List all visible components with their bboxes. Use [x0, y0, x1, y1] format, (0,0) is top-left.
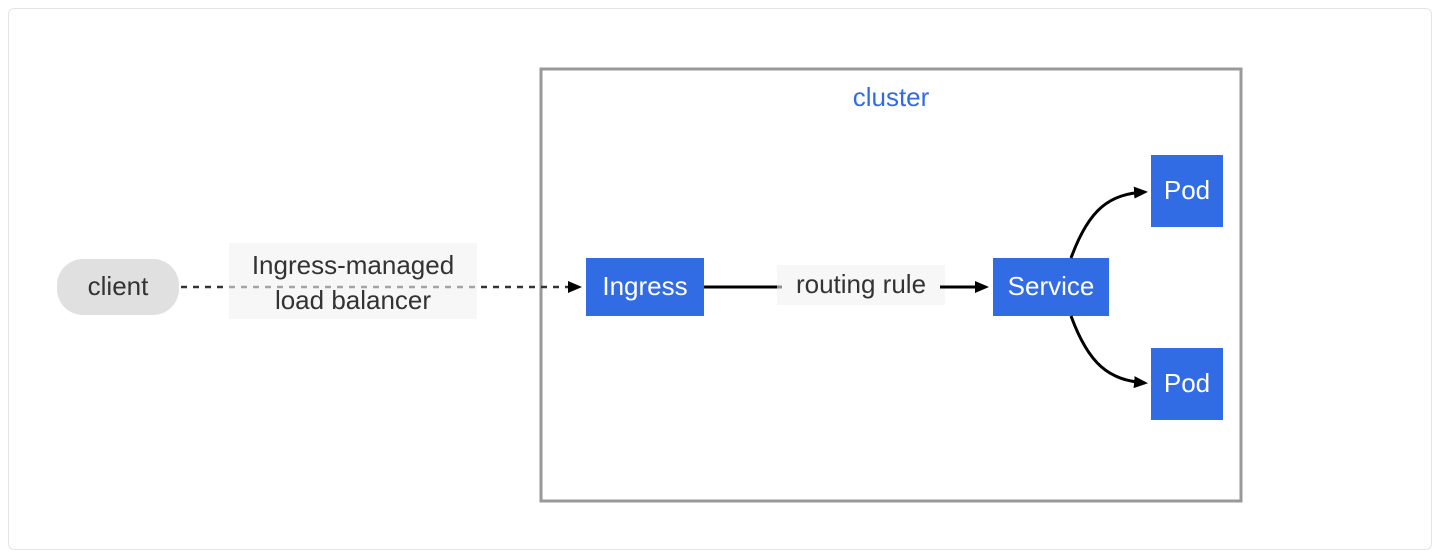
node-pod-2: Pod — [1151, 348, 1223, 420]
node-ingress: Ingress — [586, 258, 704, 316]
edge-client-to-ingress-label-2: load balancer — [275, 285, 431, 315]
node-client-label: client — [88, 271, 149, 301]
edge-ingress-to-service-label: routing rule — [796, 269, 926, 299]
edge-client-to-ingress: Ingress-managed load balancer — [181, 243, 579, 319]
node-pod-1: Pod — [1151, 155, 1223, 227]
node-client: client — [57, 259, 179, 315]
edge-client-to-ingress-label-1: Ingress-managed — [252, 250, 454, 280]
node-pod-1-label: Pod — [1164, 175, 1210, 205]
node-pod-2-label: Pod — [1164, 368, 1210, 398]
diagram-frame: cluster client Ingress-managed load bala… — [8, 8, 1432, 550]
ingress-diagram: cluster client Ingress-managed load bala… — [9, 9, 1433, 551]
cluster-title: cluster — [853, 82, 930, 112]
node-ingress-label: Ingress — [602, 271, 687, 301]
node-service-label: Service — [1008, 271, 1095, 301]
node-service: Service — [993, 258, 1109, 316]
